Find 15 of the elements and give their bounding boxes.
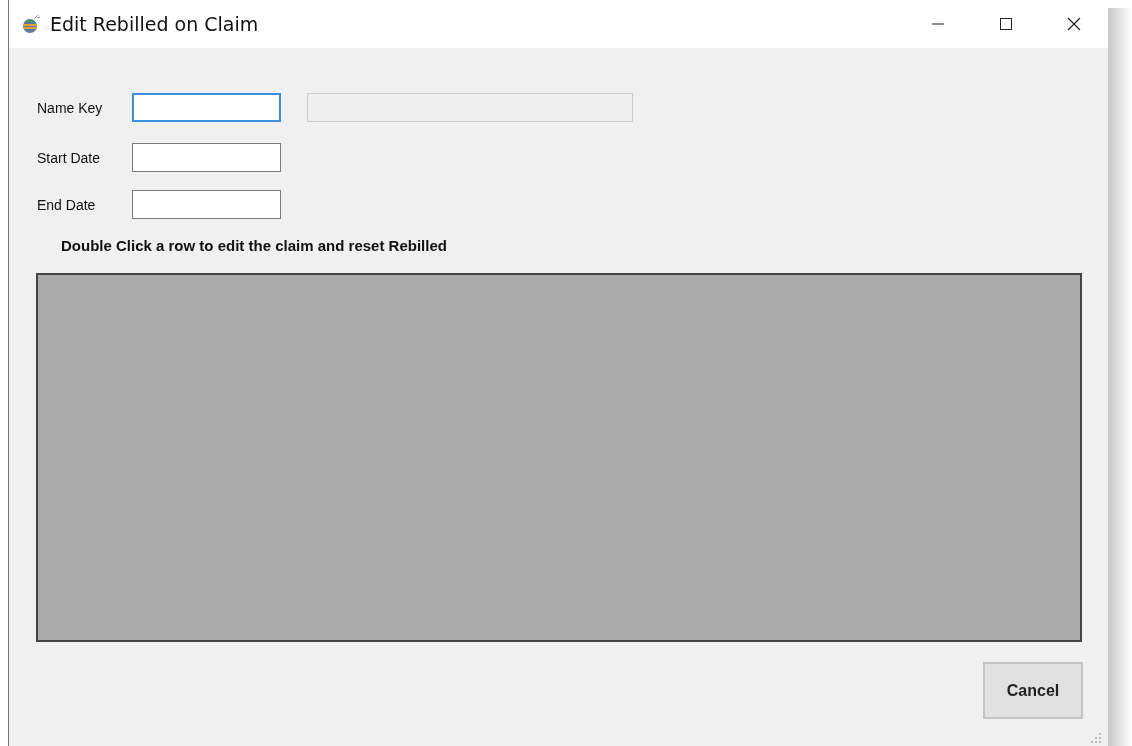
input-field[interactable] [132, 190, 281, 219]
input-field[interactable] [132, 93, 281, 122]
field-label: Start Date [37, 149, 102, 166]
instruction-text: Double Click a row to edit the claim and reset Rebilled [61, 237, 448, 254]
close-icon [1066, 16, 1082, 32]
cancel-button[interactable]: Cancel [983, 662, 1083, 719]
maximize-icon [998, 16, 1014, 32]
window-title: Edit Rebilled on Claim [50, 13, 259, 35]
data-grid[interactable] [36, 273, 1082, 642]
resize-grip-icon[interactable] [1090, 732, 1102, 744]
field-label: Name Key [37, 99, 104, 116]
minimize-icon [932, 23, 944, 25]
input-field[interactable] [132, 143, 281, 172]
globe-icon [20, 13, 42, 35]
field-label: End Date [37, 196, 97, 213]
